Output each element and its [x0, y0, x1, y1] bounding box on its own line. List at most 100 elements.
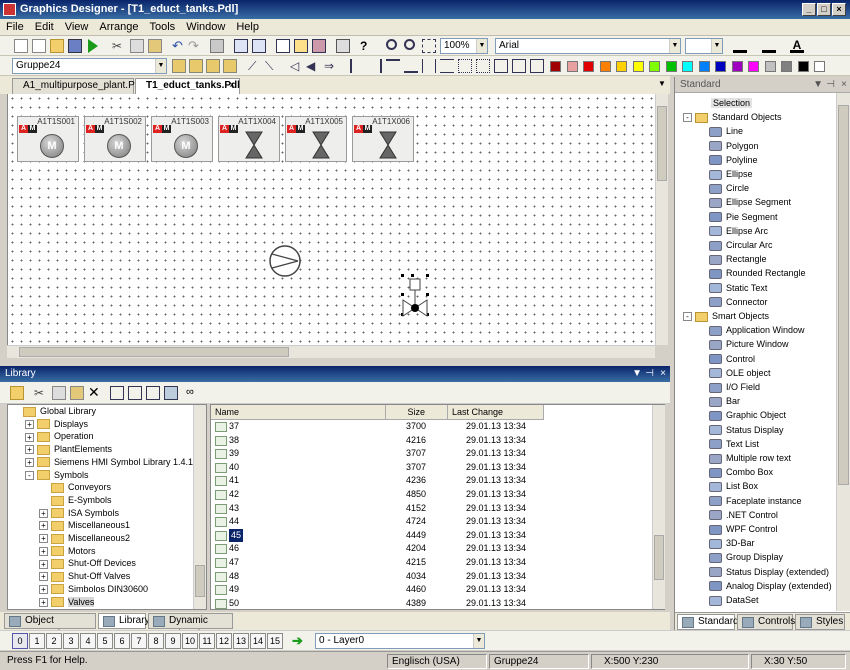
layer-button[interactable]: 8 — [148, 633, 164, 649]
tool-item[interactable]: Line — [709, 124, 743, 138]
layer-button[interactable]: 11 — [199, 633, 215, 649]
menu-file[interactable]: File — [0, 19, 29, 33]
color-swatch[interactable] — [649, 61, 660, 72]
close-panel-icon[interactable]: × — [841, 77, 847, 93]
zoom-in-icon[interactable] — [386, 39, 397, 50]
mirror-vertical-icon[interactable]: ◀ — [306, 59, 320, 73]
tool-item[interactable]: Polyline — [709, 153, 758, 167]
layer-button[interactable]: 14 — [250, 633, 266, 649]
layer-select[interactable]: 0 - Layer0 ▼ — [315, 633, 485, 649]
faceplate-object[interactable]: A1T1X006 A M — [352, 116, 414, 162]
faceplate-object[interactable]: A1T1S002 A M M — [84, 116, 146, 162]
tab-standard[interactable]: Standard — [677, 614, 739, 630]
layer-button[interactable]: 1 — [29, 633, 45, 649]
expander-icon[interactable]: + — [39, 584, 48, 594]
small-icons-icon[interactable] — [128, 386, 142, 400]
tool-item[interactable]: Status Display — [709, 423, 784, 437]
maximize-button[interactable]: □ — [817, 3, 831, 16]
color-swatch[interactable] — [764, 61, 776, 72]
tree-item[interactable]: + Shut-Off Devices — [39, 557, 136, 570]
align-left-icon[interactable] — [350, 59, 364, 73]
tool-item[interactable]: Static Text — [709, 281, 767, 295]
group-icon[interactable] — [172, 59, 186, 73]
minimize-button[interactable]: _ — [802, 3, 816, 16]
expander-icon[interactable]: + — [25, 432, 34, 442]
expander-icon[interactable]: - — [25, 470, 34, 480]
runtime-icon[interactable] — [88, 39, 98, 53]
file-row[interactable]: 38 4216 29.01.13 13:34 — [211, 434, 653, 448]
tool-item[interactable]: .NET Control — [709, 508, 778, 522]
tool-item[interactable]: Control — [709, 352, 755, 366]
file-row[interactable]: 47 4215 29.01.13 13:34 — [211, 556, 653, 570]
tool-item[interactable]: DataSet — [709, 593, 759, 607]
tool-item[interactable]: Status Display (extended) — [709, 565, 829, 579]
layers-icon[interactable] — [276, 39, 290, 53]
zoom-area-icon[interactable] — [422, 39, 436, 53]
file-row[interactable]: 48 4034 29.01.13 13:34 — [211, 570, 653, 584]
layer-button[interactable]: 12 — [216, 633, 232, 649]
cut-icon[interactable]: ✂ — [34, 386, 48, 400]
tree-item[interactable]: + ISA Symbols — [39, 507, 119, 520]
same-width-icon[interactable] — [494, 59, 508, 73]
menu-help[interactable]: Help — [230, 19, 264, 33]
align-top-icon[interactable] — [386, 59, 400, 73]
selected-valve-group[interactable] — [395, 269, 435, 324]
tool-item[interactable]: I/O Field — [709, 380, 760, 394]
file-row[interactable]: 44 4724 29.01.13 13:34 — [211, 515, 653, 529]
color-swatch[interactable] — [682, 61, 693, 72]
layer-button[interactable]: 7 — [131, 633, 147, 649]
redo-icon[interactable]: ↷ — [188, 39, 202, 53]
tab-library[interactable]: Library — [98, 613, 150, 629]
tool-item[interactable]: Combo Box — [709, 465, 773, 479]
file-list-scrollbar[interactable] — [652, 405, 665, 609]
column-header-last-change[interactable]: Last Change — [448, 405, 544, 420]
large-icons-icon[interactable] — [110, 386, 124, 400]
expander-icon[interactable]: + — [39, 508, 48, 518]
tool-item[interactable]: Polygon — [709, 139, 759, 153]
object-view-icon[interactable] — [336, 39, 350, 53]
color-swatch[interactable] — [550, 61, 561, 72]
tab-styles[interactable]: Styles — [795, 614, 845, 630]
open-folder-icon[interactable] — [50, 39, 64, 53]
tool-item[interactable]: Multiple row text — [709, 451, 791, 465]
layer-button[interactable]: 9 — [165, 633, 181, 649]
print-icon[interactable] — [210, 39, 224, 53]
pin-icon[interactable]: ⊣ — [826, 77, 835, 93]
rotate-icon[interactable]: ⇒ — [324, 59, 338, 73]
tool-item[interactable]: Picture Window — [709, 337, 789, 351]
mirror-horizontal-icon[interactable]: ◁ — [290, 59, 304, 73]
canvas-horizontal-scrollbar[interactable] — [7, 345, 655, 358]
new-template-icon[interactable] — [32, 39, 46, 53]
color-swatch[interactable] — [583, 61, 594, 72]
color-swatch[interactable] — [731, 61, 743, 72]
tree-item[interactable]: + PlantElements — [25, 443, 112, 456]
preview-icon[interactable]: ∞ — [186, 386, 200, 400]
color-swatch[interactable] — [814, 61, 825, 72]
line-color-icon[interactable] — [733, 39, 747, 53]
column-header-name[interactable]: Name — [211, 405, 386, 420]
expander-icon[interactable]: + — [25, 419, 34, 429]
close-panel-icon[interactable]: × — [660, 366, 666, 382]
faceplate-object[interactable]: A1T1S003 A M M — [151, 116, 213, 162]
faceplate-object[interactable]: A1T1X004 A M — [218, 116, 280, 162]
tool-item[interactable]: Pie Segment — [709, 210, 778, 224]
collapse-icon[interactable]: - — [683, 113, 692, 123]
expander-icon[interactable]: + — [25, 457, 34, 467]
ungroup-icon[interactable] — [189, 59, 203, 73]
tool-item[interactable]: Application Window — [709, 323, 805, 337]
center-horizontal-icon[interactable] — [422, 59, 436, 73]
color-swatch[interactable] — [616, 61, 627, 72]
tool-item[interactable]: Analog Display (extended) — [709, 579, 832, 593]
color-swatch[interactable] — [566, 61, 578, 72]
paste-icon[interactable] — [70, 386, 84, 400]
undo-icon[interactable]: ↶ — [172, 39, 186, 53]
expander-icon[interactable]: + — [39, 521, 48, 531]
tab-object-properties[interactable]: Object Properties — [4, 613, 96, 640]
menu-view[interactable]: View — [59, 19, 94, 33]
standard-panel-scrollbar[interactable] — [836, 93, 850, 611]
delete-icon[interactable]: ✕ — [88, 385, 102, 400]
pump-symbol[interactable] — [267, 243, 303, 279]
color-swatch[interactable] — [698, 61, 710, 72]
file-row[interactable]: 46 4204 29.01.13 13:34 — [211, 542, 653, 556]
tool-item[interactable]: OLE object — [709, 366, 771, 380]
